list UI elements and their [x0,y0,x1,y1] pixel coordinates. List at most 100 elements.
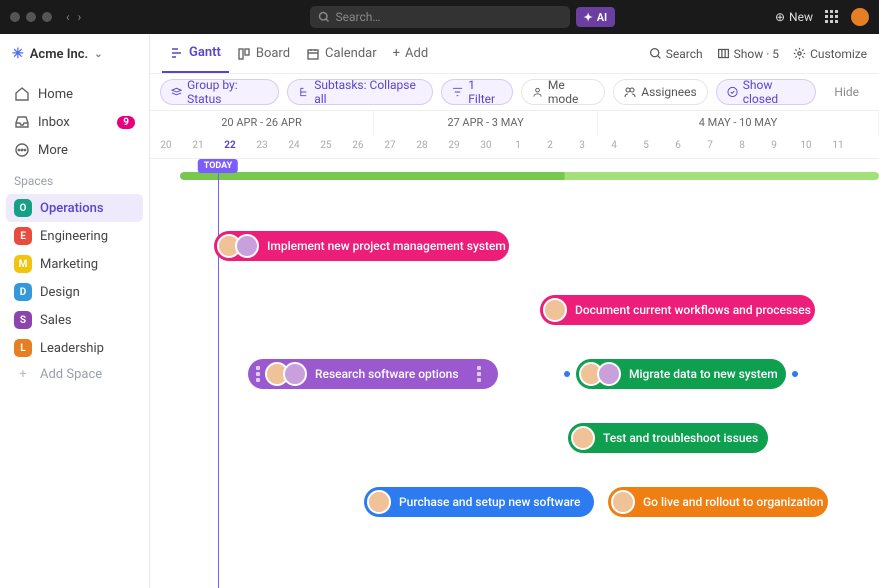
max-dot[interactable] [42,12,52,22]
gantt-task[interactable]: Migrate data to new system [576,359,786,389]
gantt-task[interactable]: Research software options [248,359,498,389]
avatar[interactable] [571,426,595,450]
day-cell[interactable]: 1 [502,135,534,158]
drag-handle-icon[interactable] [255,366,261,382]
day-cell[interactable]: 3 [566,135,598,158]
task-label: Go live and rollout to organization [643,495,823,509]
assignee-avatars[interactable] [579,362,621,386]
search-icon [649,47,662,60]
day-cell[interactable]: 26 [342,135,374,158]
avatar[interactable] [367,490,391,514]
day-cell[interactable]: 5 [630,135,662,158]
sidebar-space-leadership[interactable]: LLeadership [6,334,143,362]
avatar[interactable] [597,362,621,386]
new-button[interactable]: ⊕ New [775,10,813,24]
day-cell[interactable]: 30 [470,135,502,158]
space-label: Sales [40,313,72,328]
back-icon[interactable]: ‹ [66,10,70,24]
sidebar-space-sales[interactable]: SSales [6,306,143,334]
tab-gantt-label: Gantt [189,45,221,60]
sidebar: ✳ Acme Inc. ⌄ Home Inbox 9 More Spaces O… [0,34,150,588]
assignee-avatars[interactable] [265,362,307,386]
assignee-avatars[interactable] [571,426,595,450]
nav-home-label: Home [38,87,73,102]
forward-icon[interactable]: › [78,10,82,24]
day-cell[interactable]: 2 [534,135,566,158]
assignee-avatars[interactable] [611,490,635,514]
avatar[interactable] [283,362,307,386]
assignee-avatars[interactable] [367,490,391,514]
day-cell[interactable]: 23 [246,135,278,158]
inbox-badge: 9 [117,116,135,129]
filter-subtasks[interactable]: Subtasks: Collapse all [287,79,433,105]
tab-gantt[interactable]: Gantt [162,34,229,73]
tab-calendar[interactable]: Calendar [298,34,385,73]
assignee-avatars[interactable] [543,298,567,322]
filter-count[interactable]: 1 Filter [441,79,513,105]
hide-filters-button[interactable]: Hide [824,81,869,103]
avatar[interactable] [543,298,567,322]
filter-groupby[interactable]: Group by: Status [160,79,279,105]
gantt-task[interactable]: Purchase and setup new software [364,487,594,517]
global-search[interactable]: Search… [310,6,570,28]
tab-add-view[interactable]: + Add [385,34,437,73]
sidebar-space-design[interactable]: DDesign [6,278,143,306]
toolbar-search[interactable]: Search [649,47,703,61]
day-cell[interactable]: 10 [790,135,822,158]
day-cell[interactable]: 21 [182,135,214,158]
nav-more[interactable]: More [6,136,143,164]
space-label: Engineering [40,229,108,244]
gantt-icon [170,46,184,60]
day-cell[interactable]: 24 [278,135,310,158]
tab-board[interactable]: Board [229,34,298,73]
nav-inbox[interactable]: Inbox 9 [6,108,143,136]
nav-home[interactable]: Home [6,80,143,108]
sidebar-space-engineering[interactable]: E Engineering [6,222,143,250]
gantt-task[interactable]: Document current workflows and processes [540,295,815,325]
toolbar-customize[interactable]: Customize [793,47,867,61]
sidebar-space-operations[interactable]: OOperations [6,194,143,222]
day-cell[interactable]: 6 [662,135,694,158]
min-dot[interactable] [26,12,36,22]
avatar[interactable] [611,490,635,514]
gantt-task[interactable]: Test and troubleshoot issues [568,423,768,453]
plus-icon: + [14,367,32,382]
space-icon: E [14,227,32,245]
filter-assignees[interactable]: Assignees [613,79,707,105]
day-cell[interactable]: 29 [438,135,470,158]
workspace-switcher[interactable]: ✳ Acme Inc. ⌄ [6,42,143,66]
day-cell[interactable]: 11 [822,135,854,158]
user-avatar[interactable] [851,8,869,26]
add-space-button[interactable]: + Add Space [6,362,143,387]
gantt-task[interactable]: Go live and rollout to organization [608,487,828,517]
window-controls[interactable] [10,12,52,22]
tab-calendar-label: Calendar [325,46,377,61]
day-cell[interactable]: 27 [374,135,406,158]
assignee-avatars[interactable] [217,234,259,258]
sidebar-space-marketing[interactable]: MMarketing [6,250,143,278]
gantt-chart[interactable]: TODAY Implement new project management s… [150,159,879,588]
apps-icon[interactable] [825,10,839,24]
avatar[interactable] [235,234,259,258]
day-cell[interactable]: 20 [150,135,182,158]
day-cell[interactable]: 25 [310,135,342,158]
dependency-dot[interactable] [564,371,570,377]
day-cell[interactable]: 7 [694,135,726,158]
space-icon: O [14,199,32,217]
nav-inbox-label: Inbox [38,115,70,130]
gantt-task[interactable]: Implement new project management system [214,231,509,261]
day-cell[interactable]: 22 [214,135,246,158]
toolbar-show-label: Show · 5 [734,47,779,61]
toolbar-show[interactable]: Show · 5 [717,47,779,61]
filter-memode[interactable]: Me mode [521,79,605,105]
day-cell[interactable]: 4 [598,135,630,158]
dependency-dot[interactable] [792,371,798,377]
space-icon: D [14,283,32,301]
day-cell[interactable]: 9 [758,135,790,158]
filter-showclosed[interactable]: Show closed [716,79,817,105]
drag-handle-icon[interactable] [476,366,482,382]
day-cell[interactable]: 8 [726,135,758,158]
ai-button[interactable]: ✦ AI [576,7,616,27]
day-cell[interactable]: 28 [406,135,438,158]
close-dot[interactable] [10,12,20,22]
